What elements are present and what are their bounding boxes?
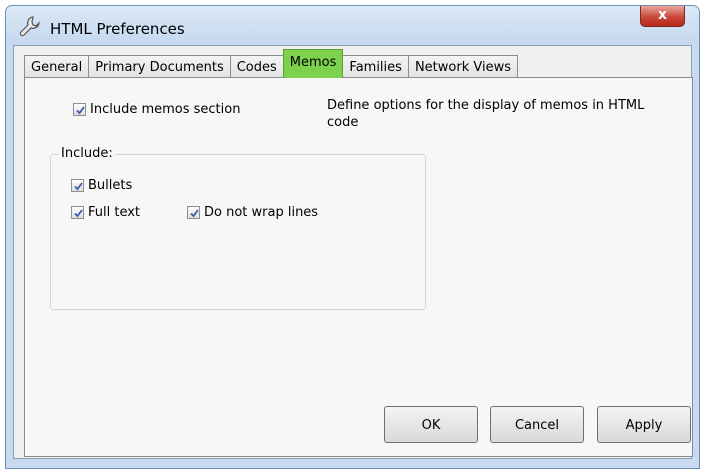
tab-families[interactable]: Families (342, 55, 409, 78)
tab-codes[interactable]: Codes (229, 55, 284, 78)
include-memos-section-label: Include memos section (90, 102, 241, 117)
include-memos-section-checkbox[interactable]: Include memos section (73, 102, 240, 117)
tab-bar: General Primary Documents Codes Memos Fa… (24, 49, 518, 78)
checkbox-box (187, 206, 200, 219)
checkbox-box (71, 179, 84, 192)
tab-network-views[interactable]: Network Views (407, 55, 518, 78)
tab-primary-documents[interactable]: Primary Documents (88, 55, 231, 78)
include-group-label: Include: (59, 146, 115, 161)
ok-button[interactable]: OK (384, 406, 478, 443)
close-button[interactable]: x (640, 6, 685, 27)
apply-button[interactable]: Apply (597, 406, 691, 443)
do-not-wrap-lines-label: Do not wrap lines (204, 205, 319, 220)
full-text-checkbox[interactable]: Full text (71, 205, 140, 220)
bullets-label: Bullets (88, 178, 133, 193)
close-icon: x (657, 7, 668, 23)
bullets-checkbox[interactable]: Bullets (71, 178, 132, 193)
full-text-label: Full text (88, 205, 141, 220)
wrench-icon (19, 15, 41, 37)
tab-general[interactable]: General (24, 55, 90, 78)
cancel-button[interactable]: Cancel (490, 406, 584, 443)
checkbox-box (73, 103, 86, 116)
tab-memos[interactable]: Memos (282, 49, 344, 78)
window-title: HTML Preferences (50, 20, 185, 38)
checkbox-box (71, 206, 84, 219)
do-not-wrap-lines-checkbox[interactable]: Do not wrap lines (187, 205, 318, 220)
memos-description: Define options for the display of memos … (327, 98, 645, 130)
